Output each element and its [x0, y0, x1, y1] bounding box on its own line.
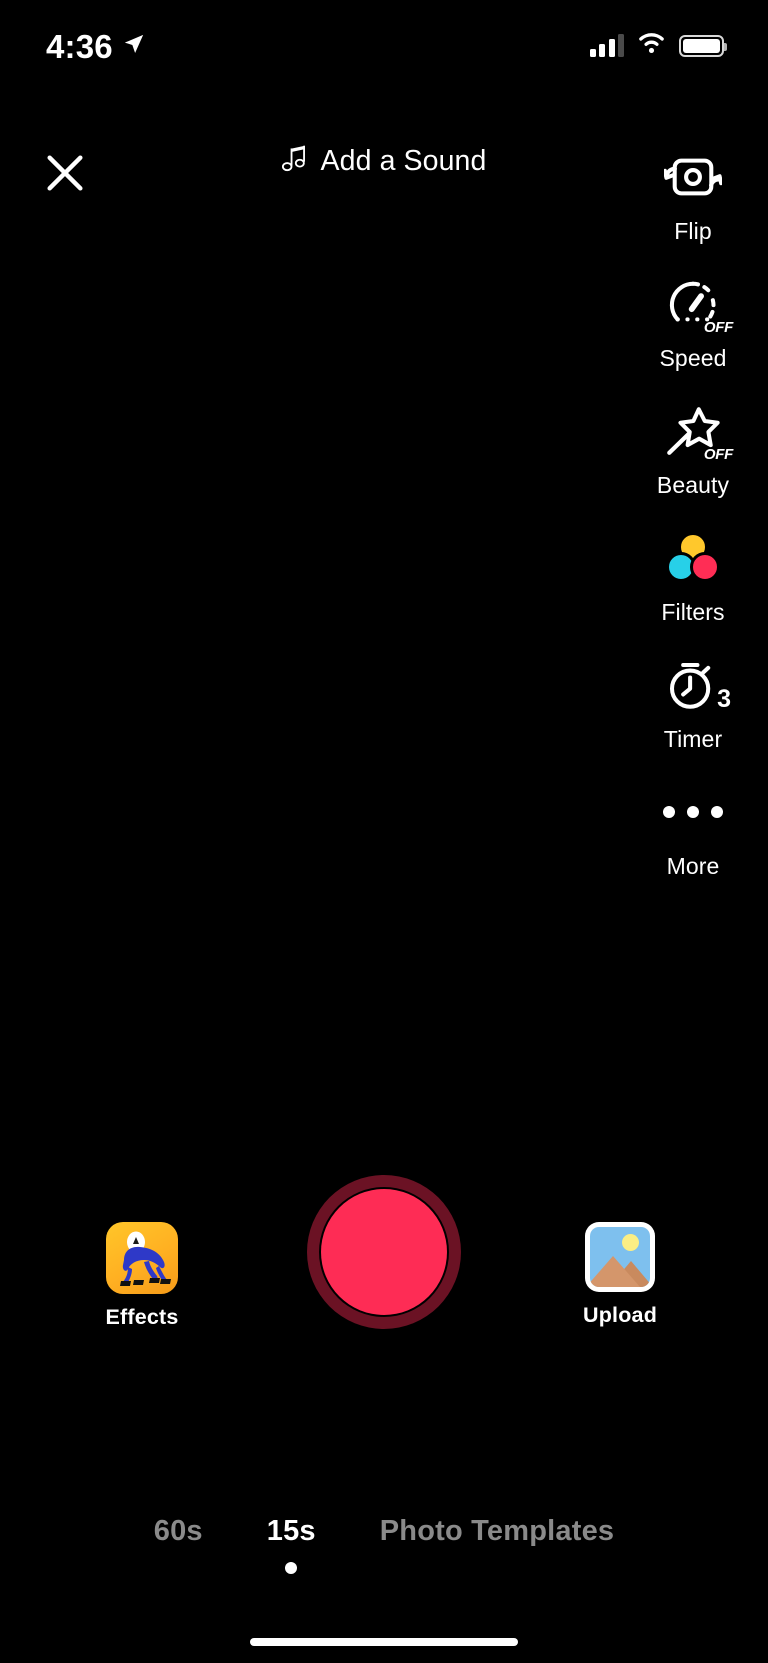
record-button-icon	[321, 1189, 447, 1315]
cellular-signal-icon	[589, 34, 624, 57]
add-sound-button[interactable]: Add a Sound	[281, 144, 487, 179]
tool-label: Timer	[663, 726, 723, 752]
speedometer-icon: OFF	[657, 273, 733, 336]
mode-label: 60s	[153, 1515, 203, 1547]
tool-label: Speed	[659, 345, 727, 371]
close-button[interactable]	[30, 140, 100, 210]
status-bar: 4:36	[0, 0, 768, 92]
mode-label: 15s	[266, 1515, 316, 1547]
tiktok-camera-screen: 4:36 Add a Sound Flip OFF Speed OFF Beau…	[0, 0, 768, 1663]
status-bar-left: 4:36	[46, 30, 145, 63]
effects-label: Effects	[105, 1305, 179, 1329]
beauty-off-badge: OFF	[703, 446, 733, 463]
record-button[interactable]	[307, 1175, 461, 1329]
sun-shape	[622, 1234, 639, 1251]
camera-tool-rail: Flip OFF Speed OFF Beauty Filters 3 Time…	[618, 146, 768, 908]
timer-count-badge: 3	[717, 685, 731, 713]
status-time: 4:36	[46, 27, 113, 65]
wifi-icon	[637, 32, 666, 60]
mode-active-dot	[285, 1562, 298, 1574]
effects-button[interactable]: Effects	[103, 1222, 181, 1330]
tool-beauty[interactable]: OFF Beauty	[618, 400, 768, 499]
mode-tab-60s[interactable]: 60s	[122, 1515, 235, 1548]
status-bar-right	[589, 32, 727, 60]
camera-bottom-controls: Effects Upload	[0, 1175, 768, 1355]
tool-label: Beauty	[656, 472, 730, 498]
mountain-front-shape	[590, 1256, 640, 1287]
battery-full-icon	[679, 35, 727, 57]
music-note-icon	[281, 144, 309, 179]
tool-speed[interactable]: OFF Speed	[618, 273, 768, 372]
camera-flip-icon	[657, 146, 729, 208]
tool-timer[interactable]: 3 Timer	[618, 654, 768, 753]
ellipsis-icon	[657, 781, 729, 843]
tool-label: Filters	[661, 599, 725, 625]
home-indicator	[250, 1638, 518, 1646]
location-arrow-icon	[123, 33, 145, 60]
tool-label: Flip	[674, 218, 712, 244]
tool-label: More	[666, 853, 720, 879]
magic-wand-icon: OFF	[657, 400, 733, 463]
mode-tab-photo-templates[interactable]: Photo Templates	[348, 1515, 647, 1548]
stopwatch-icon: 3	[657, 654, 731, 716]
speed-off-badge: OFF	[703, 319, 733, 336]
color-circles-icon	[657, 527, 729, 589]
mode-tab-15s[interactable]: 15s	[235, 1515, 348, 1574]
mode-selector: 60s 15s Photo Templates	[0, 1515, 768, 1574]
close-x-icon	[42, 150, 88, 201]
photo-library-icon	[585, 1222, 655, 1292]
tool-more[interactable]: More	[618, 781, 768, 880]
tool-flip[interactable]: Flip	[618, 146, 768, 245]
tool-filters[interactable]: Filters	[618, 527, 768, 626]
upload-label: Upload	[582, 1303, 658, 1327]
mode-label: Photo Templates	[379, 1515, 615, 1547]
add-sound-label: Add a Sound	[320, 145, 487, 177]
effects-creature-icon	[106, 1222, 178, 1294]
upload-button[interactable]: Upload	[581, 1222, 659, 1328]
filter-circle-pink	[690, 552, 720, 582]
